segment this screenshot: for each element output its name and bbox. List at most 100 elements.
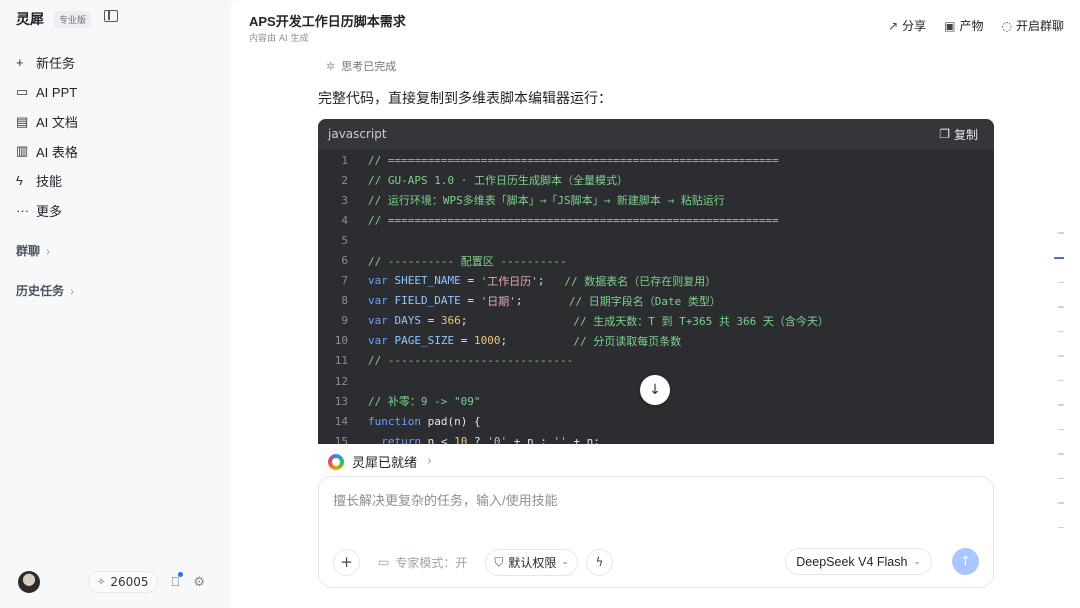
code-line: 6 // ---------- 配置区 ----------	[318, 250, 994, 270]
expert-mode-toggle[interactable]: ▭ 专家模式：开	[378, 554, 467, 571]
code-token: return	[368, 434, 428, 444]
code-token: PAGE_SIZE	[394, 334, 455, 348]
code-token: '0'	[487, 434, 508, 444]
section-label: 历史任务	[16, 284, 65, 298]
outline-marker[interactable]	[1058, 404, 1064, 406]
sidebar-item-label: 技能	[36, 174, 63, 190]
artifacts-button[interactable]: ▣ 产物	[944, 17, 983, 34]
code-token: ;	[500, 334, 574, 348]
code-token: 1000	[473, 334, 501, 348]
outline-marker-active[interactable]	[1054, 256, 1064, 259]
code-line: 3 // 运行环境：WPS多维表「脚本」→「JS脚本」→ 新建脚本 → 粘贴运行	[318, 190, 994, 210]
sidebar-item-label: AI 表格	[36, 144, 78, 160]
outline-marker[interactable]	[1058, 502, 1064, 504]
attach-button[interactable]: +	[333, 548, 360, 576]
section-group-chat[interactable]: 群聊 ›	[16, 242, 50, 259]
copy-button[interactable]: ❐ 复制	[939, 126, 978, 143]
sidebar-item-ai-sheet[interactable]: ▥ AI 表格	[16, 137, 216, 167]
expert-mode-label: 专家模式：开	[395, 555, 468, 570]
outline-marker[interactable]	[1058, 232, 1064, 234]
code-line: 1 // ====================================…	[318, 150, 994, 170]
answer-text: 完整代码，直接复制到多维表脚本编辑器运行：	[318, 90, 612, 106]
code-token: + n :	[507, 434, 554, 444]
code-token: + n;	[566, 434, 600, 444]
assistant-logo-icon	[328, 453, 344, 470]
code-token: '工作日历'	[480, 274, 538, 288]
sidebar-item-skills[interactable]: ϟ 技能	[16, 166, 216, 196]
outline-marker[interactable]	[1058, 428, 1064, 430]
outline-marker[interactable]	[1058, 379, 1064, 381]
sidebar-item-new-task[interactable]: + 新任务	[16, 48, 216, 78]
line-number: 1	[341, 153, 348, 167]
composer-toolbar: + ▭ 专家模式：开 ⛉ 默认权限 ⌄ ϟ DeepSeek V4 Flash …	[333, 548, 979, 576]
outline-marker[interactable]	[1058, 330, 1064, 332]
outline-marker[interactable]	[1058, 453, 1064, 455]
thinking-label: 思考已完成	[341, 60, 397, 73]
copy-label: 复制	[953, 127, 978, 142]
credits-badge[interactable]: ✧ 26005	[88, 571, 158, 593]
code-token: n <	[427, 434, 455, 444]
section-history[interactable]: 历史任务 ›	[16, 282, 74, 299]
section-label: 群聊	[16, 244, 41, 258]
model-label: DeepSeek V4 Flash	[796, 554, 908, 569]
gift-icon[interactable]: ⎕	[172, 571, 184, 590]
line-number: 6	[341, 254, 348, 268]
sidebar-item-label: AI PPT	[36, 84, 78, 100]
send-button[interactable]: ↑	[952, 548, 979, 575]
sidebar-item-ai-doc[interactable]: ▤ AI 文档	[16, 107, 216, 137]
line-number: 4	[341, 213, 348, 227]
code-token: // 分页读取每页条数	[573, 334, 682, 348]
sidebar-item-label: 新任务	[36, 56, 76, 72]
line-number: 11	[334, 354, 348, 368]
code-line: 7 var SHEET_NAME = '工作日历'; // 数据表名（已存在则复用…	[318, 271, 994, 291]
shield-icon: ⛉	[494, 554, 504, 569]
code-token: ?	[467, 434, 488, 444]
gear-icon[interactable]: ⚙	[193, 575, 205, 590]
permission-select[interactable]: ⛉ 默认权限 ⌄	[485, 548, 578, 576]
code-header: javascript ❐ 复制	[318, 119, 994, 149]
outline-marker[interactable]	[1058, 477, 1064, 479]
credits-value: 26005	[110, 575, 149, 589]
line-number: 12	[334, 374, 348, 388]
code-token: 10	[454, 434, 468, 444]
code-token: =	[454, 334, 474, 348]
brand: 灵犀 专业版	[16, 9, 92, 29]
outline-marker[interactable]	[1058, 526, 1064, 528]
main-panel: APS开发工作日历脚本需求 内容由 AI 生成 ↗ 分享 ▣ 产物 ◌ 开启群聊…	[230, 0, 1080, 608]
code-token: var	[368, 294, 395, 308]
outline-marker[interactable]	[1058, 355, 1064, 357]
code-token: var	[368, 334, 395, 348]
code-language: javascript	[328, 127, 387, 141]
code-token: =	[460, 294, 481, 308]
lightning-icon: ϟ	[16, 173, 23, 189]
group-chat-label: 开启群聊	[1015, 19, 1064, 33]
composer-input[interactable]	[333, 493, 973, 508]
scroll-to-bottom-button[interactable]: ↓	[640, 375, 670, 405]
code-line: 2 // GU-APS 1.0 · 工作日历生成脚本（全量模式）	[318, 170, 994, 190]
sidebar-toggle-icon[interactable]	[104, 10, 118, 22]
code-token: =	[421, 314, 441, 328]
group-chat-button[interactable]: ◌ 开启群聊	[1002, 17, 1065, 34]
line-number: 8	[341, 294, 348, 308]
thinking-status[interactable]: ✲ 思考已完成	[326, 58, 396, 74]
sidebar-item-more[interactable]: ··· 更多	[16, 196, 216, 226]
chevron-right-icon: ›	[70, 284, 75, 298]
outline-rail	[1054, 232, 1064, 551]
code-line: 14 function pad(n) {	[318, 411, 994, 431]
code-token: // ----------------------------	[368, 354, 574, 368]
sidebar-item-ai-ppt[interactable]: ▭ AI PPT	[16, 78, 216, 108]
code-token: SHEET_NAME	[394, 274, 461, 288]
share-button[interactable]: ↗ 分享	[888, 17, 926, 34]
code-token: // GU-APS 1.0 · 工作日历生成脚本（全量模式）	[368, 174, 628, 188]
chevron-down-icon: ⌄	[913, 556, 921, 566]
outline-marker[interactable]	[1058, 306, 1064, 308]
code-token: DAYS	[394, 314, 422, 328]
code-token: '日期'	[480, 294, 516, 308]
arrow-down-icon: ↓	[649, 382, 661, 398]
assistant-status[interactable]: 灵犀已就绪 ›	[328, 452, 432, 471]
model-select[interactable]: DeepSeek V4 Flash ⌄	[785, 548, 932, 575]
skills-button[interactable]: ϟ	[585, 548, 613, 576]
avatar[interactable]	[18, 571, 40, 593]
outline-marker[interactable]	[1058, 281, 1064, 283]
code-token: ''	[553, 434, 567, 444]
